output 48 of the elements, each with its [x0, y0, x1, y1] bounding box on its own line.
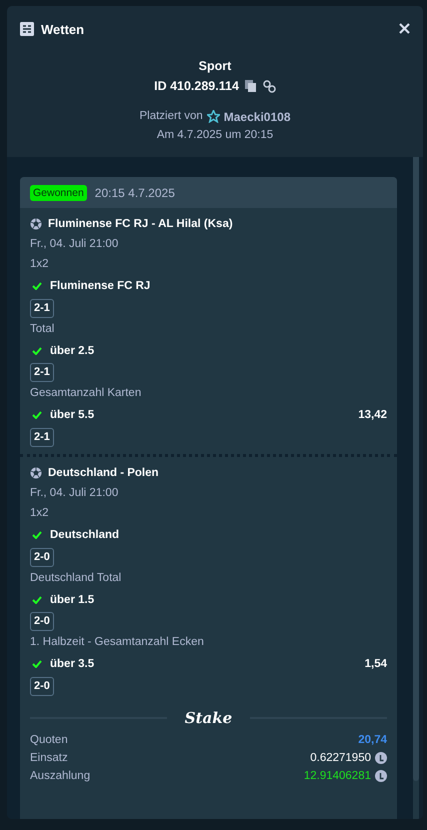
market-name: Deutschland Total [30, 570, 122, 586]
coin-icon [375, 770, 387, 782]
score-badge: 2-0 [30, 676, 54, 696]
bet-category: Sport [198, 58, 232, 74]
summary-value: 0.62271950 [310, 752, 371, 764]
selection: über 5.5 [50, 409, 96, 421]
user-name[interactable]: Maecki0108 [224, 108, 290, 124]
match-date: Fr., 04. Juli 21:00 [30, 486, 120, 501]
coin-icon [375, 752, 387, 764]
slip-time: 20:15 4.7.2025 [94, 186, 175, 200]
summary-label: Einsatz [30, 750, 68, 766]
selection: über 3.5 [50, 658, 96, 670]
odds-value: 1,54 [364, 658, 387, 670]
selection: Deutschland [50, 529, 120, 541]
status-badge: Gewonnen [30, 184, 87, 200]
close-button[interactable] [399, 23, 411, 35]
bet-id: ID 410.289.114 [154, 78, 239, 94]
score-badge: 2-0 [30, 548, 54, 566]
market-name: 1x2 [30, 506, 50, 522]
market-name: Total [30, 322, 56, 337]
match-title: Fluminense FC RJ - AL Hilal (Ksa) [48, 218, 233, 230]
match-title: Deutschland - Polen [48, 467, 159, 479]
placed-date: Am 4.7.2025 um 20:15 [156, 128, 274, 143]
brand-logo: Stake [184, 709, 232, 727]
dialog-title: Wetten [41, 22, 86, 36]
selection: über 2.5 [50, 344, 96, 356]
market-name: 1. Halbzeit - Gesamtanzahl Ecken [30, 635, 205, 650]
score-badge: 2-1 [30, 428, 54, 446]
score-badge: 2-1 [30, 363, 54, 382]
odds-value: 13,42 [358, 409, 387, 421]
selection: Fluminense FC RJ [50, 280, 152, 292]
score-badge: 2-1 [30, 298, 54, 318]
copy-icon[interactable] [244, 80, 257, 92]
summary-value: 20,74 [358, 734, 387, 746]
market-name: 1x2 [30, 257, 50, 272]
selection: über 1.5 [50, 594, 96, 606]
link-icon[interactable] [262, 80, 276, 92]
star-icon [206, 110, 220, 123]
placed-by-label: Platziert von [139, 109, 203, 124]
market-name: Gesamtanzahl Karten [30, 386, 142, 402]
score-badge: 2-0 [30, 612, 54, 631]
summary-label: Auszahlung [30, 768, 90, 784]
summary-value: 12.91406281 [304, 770, 371, 782]
soccer-ball-icon [30, 218, 42, 230]
match-date: Fr., 04. Juli 21:00 [30, 236, 120, 252]
summary-label: Quoten [30, 732, 68, 748]
ticket-icon [20, 22, 34, 36]
soccer-ball-icon [30, 467, 42, 479]
